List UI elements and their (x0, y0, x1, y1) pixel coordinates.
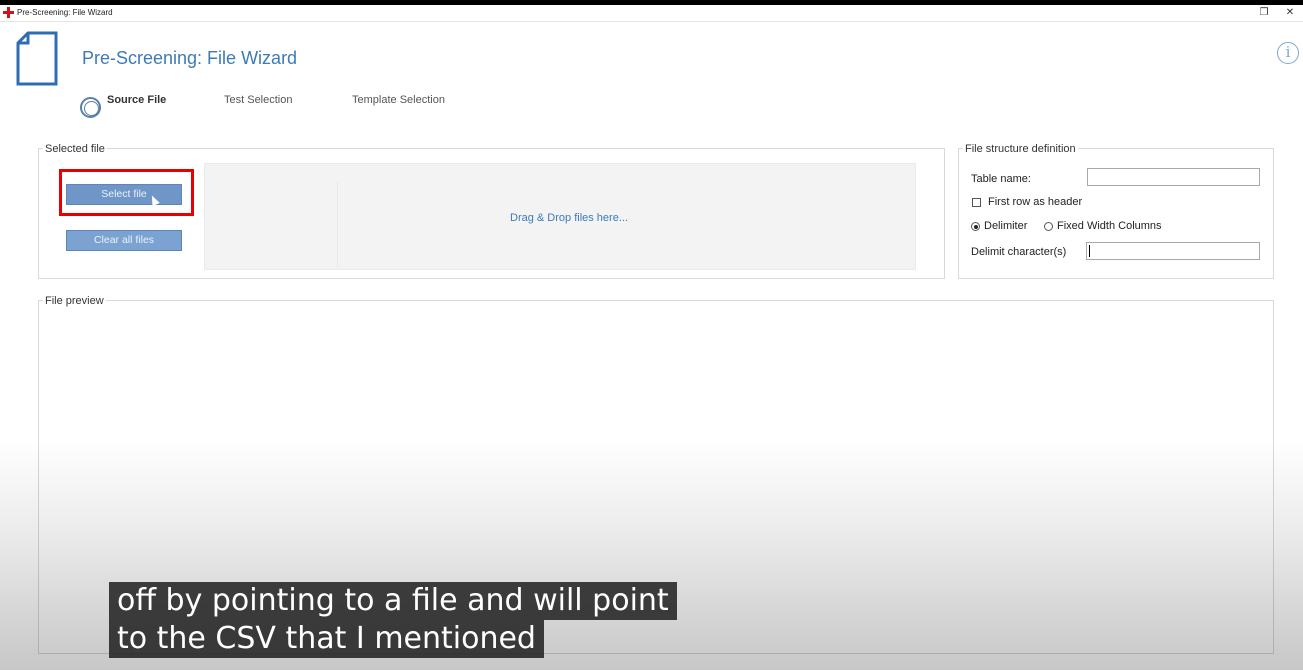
step-test-selection[interactable]: Test Selection (224, 94, 292, 106)
document-icon (16, 31, 58, 86)
drop-zone[interactable]: Drag & Drop files here... (204, 163, 916, 270)
subtitle-line-2: to the CSV that I mentioned (109, 620, 544, 658)
step-indicator-icon (80, 97, 101, 118)
delimiter-label: Delimiter (984, 220, 1028, 232)
delimiter-radio[interactable] (971, 222, 980, 231)
window-titlebar: Pre-Screening: File Wizard ❐ ✕ (0, 5, 1303, 22)
delimit-characters-input[interactable] (1086, 242, 1260, 260)
select-file-button[interactable]: Select file (66, 184, 182, 205)
app-cross-icon (3, 7, 14, 18)
text-caret (1089, 245, 1090, 257)
page-title: Pre-Screening: File Wizard (82, 48, 298, 68)
fixed-width-label: Fixed Width Columns (1057, 220, 1162, 232)
file-preview-legend: File preview (43, 295, 106, 307)
selected-file-legend: Selected file (43, 143, 107, 155)
drop-zone-text: Drag & Drop files here... (510, 212, 628, 224)
subtitle-line-1: off by pointing to a file and will point (109, 582, 677, 620)
file-structure-legend: File structure definition (963, 143, 1078, 155)
step-template-selection[interactable]: Template Selection (352, 94, 445, 106)
close-window-icon[interactable]: ✕ (1283, 6, 1297, 20)
first-row-header-checkbox[interactable] (972, 198, 981, 207)
first-row-header-label: First row as header (988, 196, 1083, 208)
table-name-label: Table name: (971, 173, 1031, 185)
window-title: Pre-Screening: File Wizard (17, 8, 113, 17)
table-name-input[interactable] (1087, 168, 1260, 186)
clear-all-files-button[interactable]: Clear all files (66, 230, 182, 251)
drop-zone-inner (337, 182, 912, 267)
delimit-characters-label: Delimit character(s) (971, 246, 1067, 258)
restore-window-icon[interactable]: ❐ (1257, 6, 1271, 20)
step-source-file[interactable]: Source File (107, 94, 166, 106)
info-icon[interactable]: i (1277, 42, 1299, 64)
fixed-width-radio[interactable] (1044, 222, 1053, 231)
